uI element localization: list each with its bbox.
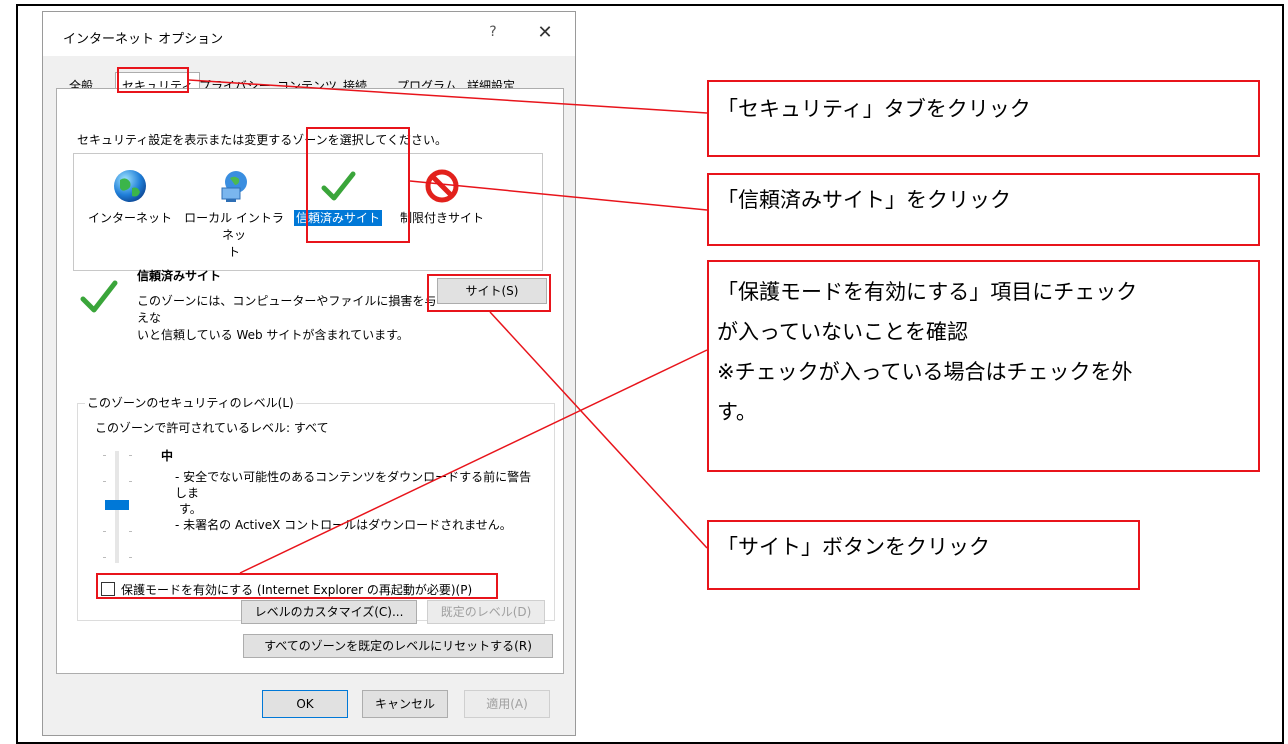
callout-protected-mode-line3: ※チェックが入っている場合はチェックを外 — [717, 360, 1133, 384]
callout-sites-button: 「サイト」ボタンをクリック — [707, 520, 1140, 590]
callout-security-tab-text: 「セキュリティ」タブをクリック — [717, 97, 1031, 121]
connector-sites-button — [489, 311, 708, 549]
callout-trusted-sites: 「信頼済みサイト」をクリック — [707, 173, 1260, 246]
connector-trusted-sites — [409, 180, 708, 211]
callout-trusted-sites-text: 「信頼済みサイト」をクリック — [717, 188, 1011, 212]
callout-security-tab: 「セキュリティ」タブをクリック — [707, 80, 1260, 157]
connector-security-tab — [188, 79, 708, 114]
callout-protected-mode-line2: が入っていないことを確認 — [717, 320, 968, 344]
connector-protected-mode — [239, 349, 708, 574]
callout-sites-button-text: 「サイト」ボタンをクリック — [717, 535, 990, 559]
callout-protected-mode-line4: す。 — [717, 400, 757, 424]
callout-protected-mode: 「保護モードを有効にする」項目にチェック が入っていないことを確認 ※チェックが… — [707, 260, 1260, 472]
callout-protected-mode-line1: 「保護モードを有効にする」項目にチェック — [717, 280, 1138, 304]
